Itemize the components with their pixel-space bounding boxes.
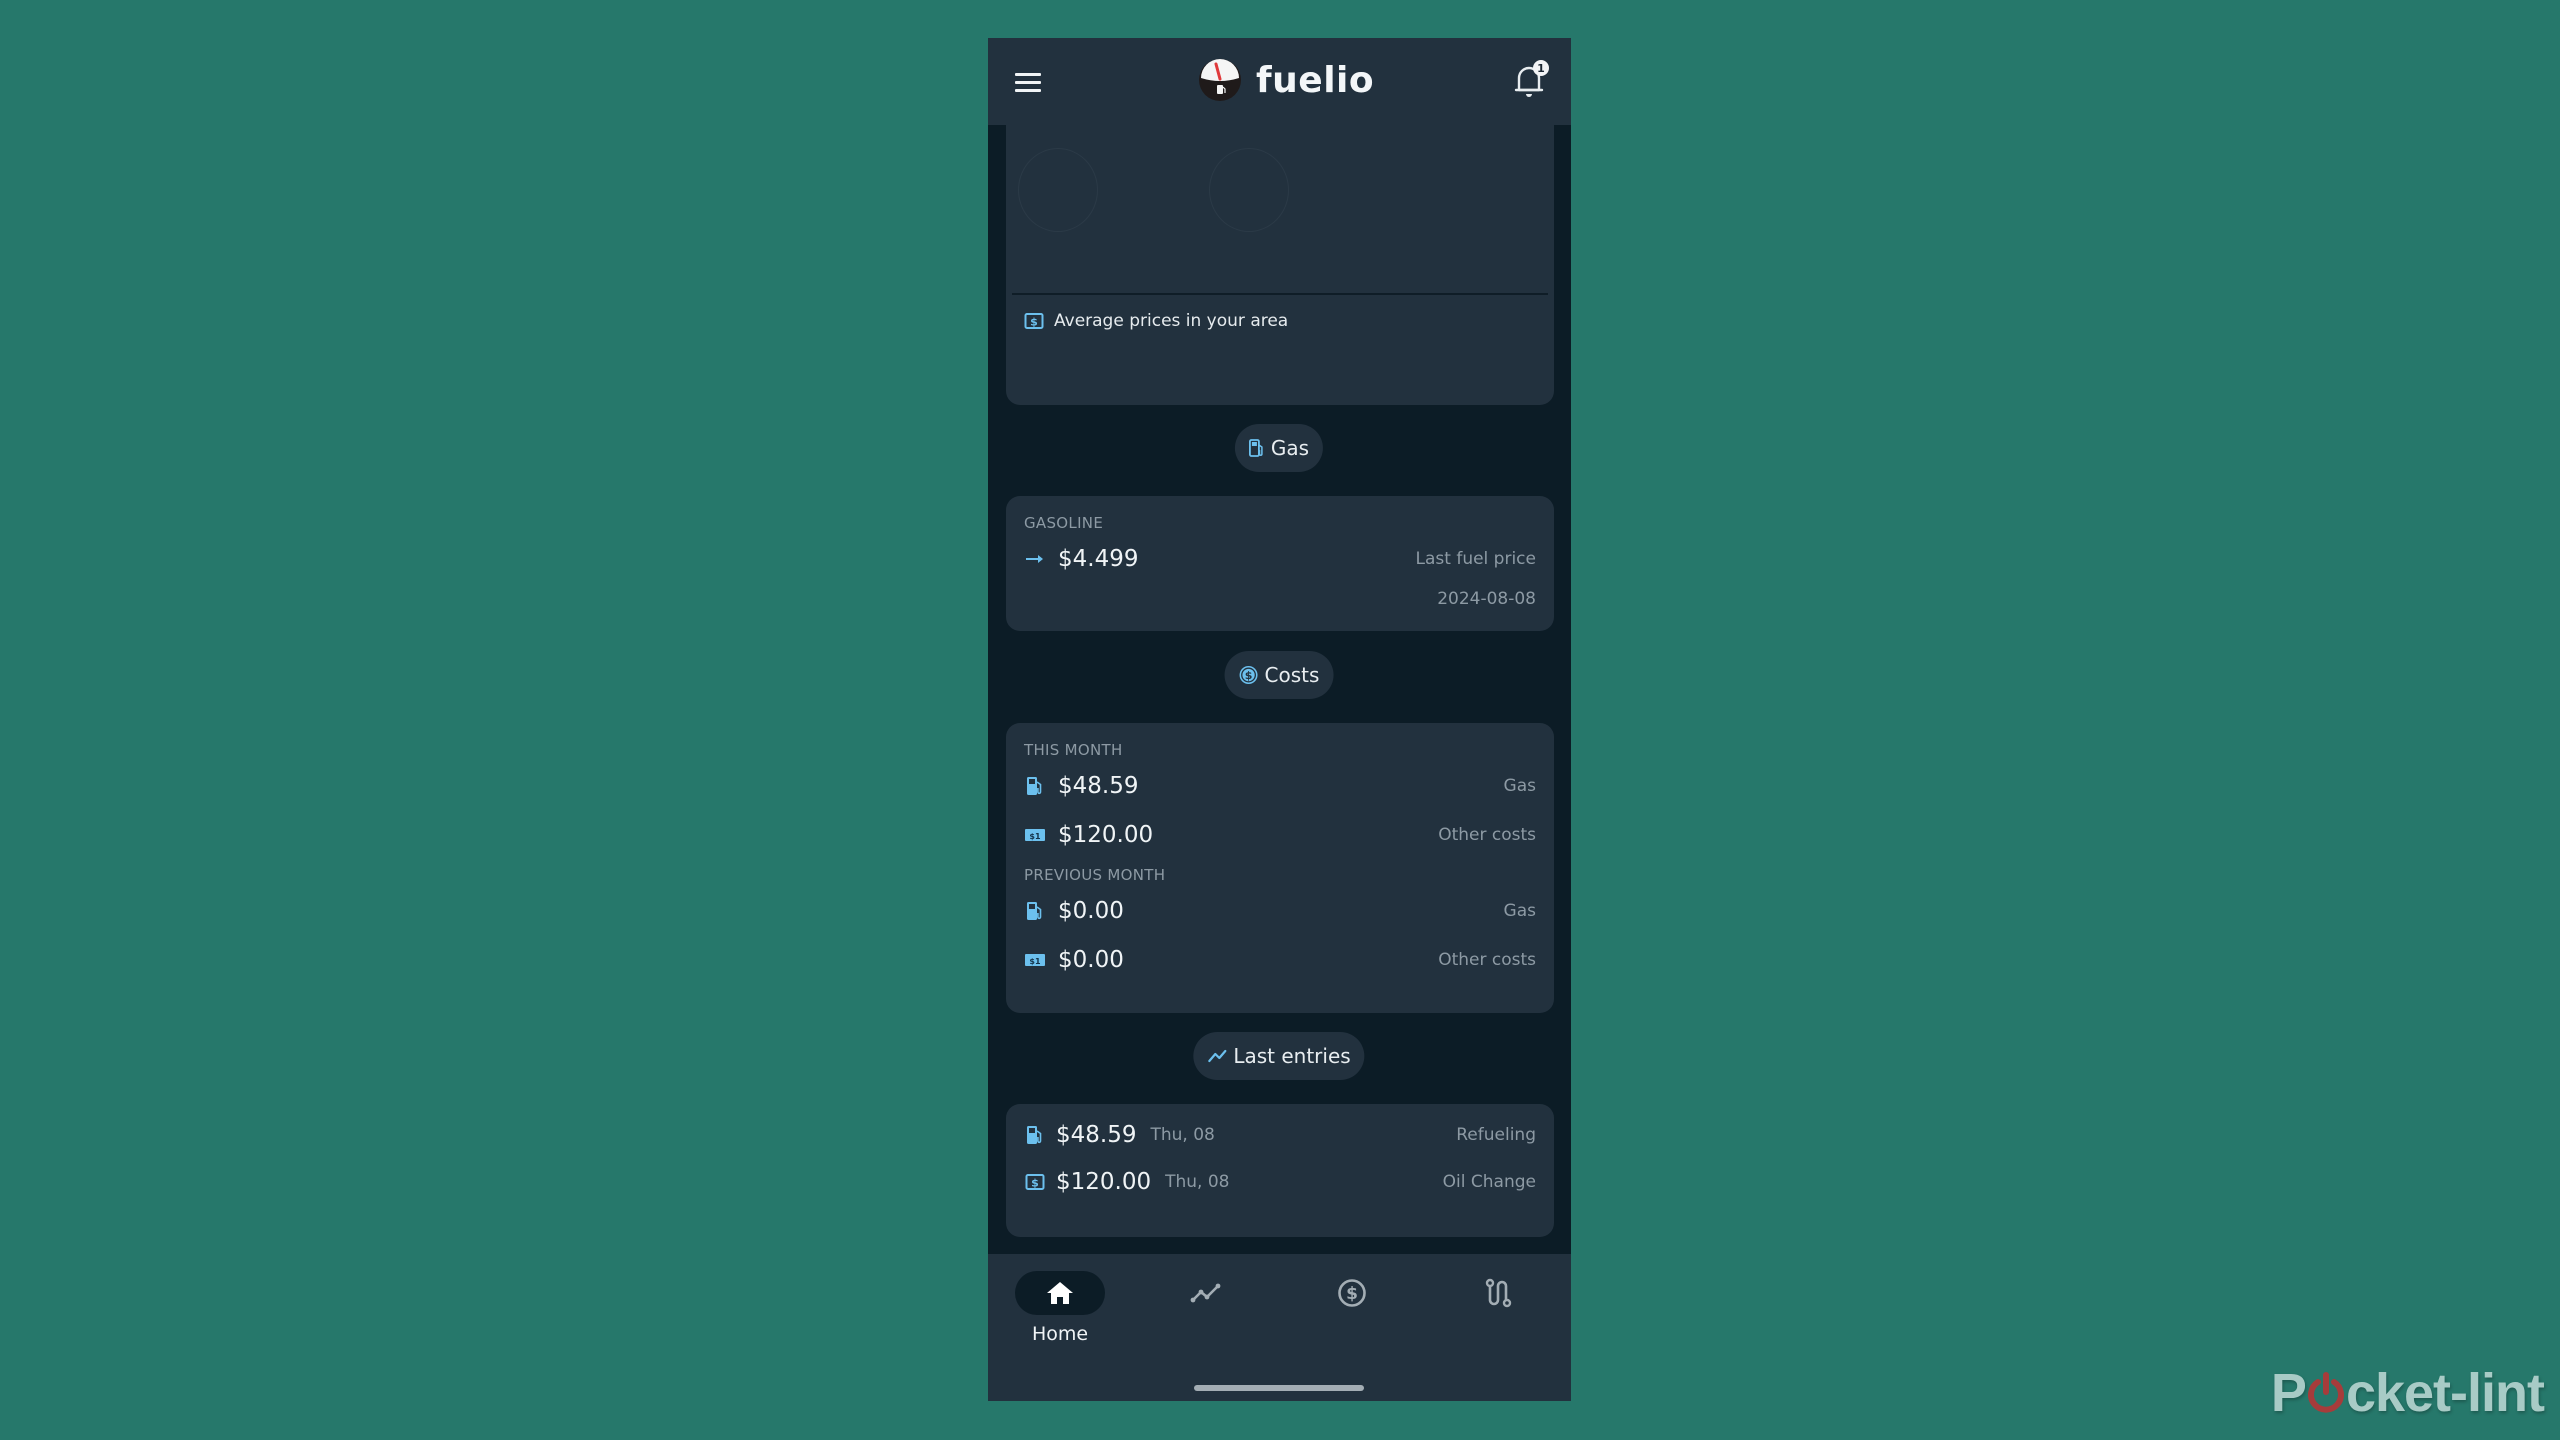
dollar-circle-icon: $ — [1239, 666, 1258, 684]
fuel-pump-icon — [1024, 775, 1046, 797]
costs-chip-label: Costs — [1264, 663, 1320, 687]
svg-text:$: $ — [1030, 316, 1038, 329]
stats-icon — [1190, 1283, 1221, 1303]
watermark-text: P — [2270, 1363, 2307, 1423]
average-prices-label: Average prices in your area — [1054, 311, 1289, 331]
previous-month-other-row: $1 $0.00 Other costs — [1024, 947, 1536, 973]
previous-month-label: PREVIOUS MONTH — [1024, 866, 1166, 884]
pocketlint-watermark: P cket-lint — [2270, 1362, 2545, 1424]
entry-type: Refueling — [1456, 1125, 1536, 1145]
nav-home[interactable]: Home — [1015, 1271, 1105, 1351]
entry-date: Thu, 08 — [1150, 1125, 1215, 1145]
previous-month-gas-amount: $0.00 — [1058, 898, 1124, 924]
fuel-stations-card: $ Average prices in your area — [1006, 108, 1554, 405]
svg-text:$: $ — [1031, 1177, 1039, 1190]
cash-icon: $ — [1024, 1171, 1046, 1193]
last-entries-chip-label: Last entries — [1233, 1044, 1351, 1068]
this-month-gas-row: $48.59 Gas — [1024, 773, 1536, 799]
gasoline-price-card[interactable]: GASOLINE $4.499 Last fuel price 2024-08-… — [1006, 496, 1554, 631]
last-entries-card: $48.59 Thu, 08 Refueling $ $120.00 Thu, … — [1006, 1104, 1554, 1237]
svg-text:$: $ — [1245, 669, 1253, 682]
this-month-other-row: $1 $120.00 Other costs — [1024, 822, 1536, 848]
fuel-price-row: $4.499 Last fuel price — [1024, 546, 1536, 572]
previous-month-gas-row: $0.00 Gas — [1024, 898, 1536, 924]
app-logo: fuelio — [1198, 56, 1374, 104]
menu-icon-bar — [1015, 72, 1041, 76]
home-icon — [1047, 1282, 1073, 1304]
entry-date: Thu, 08 — [1165, 1172, 1230, 1192]
trend-line-icon — [1208, 1049, 1227, 1063]
costs-card[interactable]: THIS MONTH $48.59 Gas $1 $120.00 Other c… — [1006, 723, 1554, 1013]
notification-badge: 1 — [1533, 60, 1549, 76]
watermark-text: cket-lint — [2345, 1363, 2545, 1423]
nav-trips[interactable] — [1453, 1271, 1543, 1351]
menu-icon-bar — [1015, 80, 1041, 84]
entry-type: Oil Change — [1442, 1172, 1536, 1192]
fuel-price: $4.499 — [1058, 546, 1139, 572]
svg-text:$1: $1 — [1029, 957, 1041, 966]
costs-icon: $ — [1338, 1279, 1366, 1307]
notifications-button[interactable]: 1 — [1511, 60, 1551, 102]
fuel-price-date-row: 2024-08-08 — [1024, 589, 1536, 609]
fuel-pump-icon — [1024, 900, 1046, 922]
power-icon — [2307, 1372, 2344, 1413]
svg-text:$: $ — [1346, 1284, 1358, 1304]
svg-text:$1: $1 — [1029, 832, 1041, 841]
bottom-navigation: Home $ — [988, 1254, 1571, 1401]
menu-icon-bar — [1015, 88, 1041, 92]
this-month-other-amount: $120.00 — [1058, 822, 1154, 848]
this-month-other-label: Other costs — [1438, 825, 1536, 845]
this-month-gas-label: Gas — [1503, 776, 1536, 796]
last-fuel-price-label: Last fuel price — [1415, 549, 1536, 569]
entry-amount: $120.00 — [1056, 1169, 1152, 1195]
previous-month-other-label: Other costs — [1438, 950, 1536, 970]
costs-section-chip[interactable]: $ Costs — [1224, 651, 1334, 699]
previous-month-gas-label: Gas — [1503, 901, 1536, 921]
average-prices-link[interactable]: $ Average prices in your area — [1024, 311, 1288, 331]
fuel-pump-icon — [1024, 1124, 1046, 1146]
divider — [1012, 293, 1548, 295]
skeleton-placeholder — [1018, 148, 1098, 232]
last-entries-section-chip[interactable]: Last entries — [1193, 1032, 1365, 1080]
previous-month-other-amount: $0.00 — [1058, 947, 1124, 973]
entry-amount: $48.59 — [1056, 1122, 1137, 1148]
entry-row[interactable]: $ $120.00 Thu, 08 Oil Change — [1024, 1169, 1536, 1195]
this-month-gas-amount: $48.59 — [1058, 773, 1139, 799]
money-bill-icon: $1 — [1024, 949, 1046, 971]
entry-row[interactable]: $48.59 Thu, 08 Refueling — [1024, 1122, 1536, 1148]
app-title: fuelio — [1256, 59, 1375, 101]
trend-flat-arrow-icon — [1024, 548, 1046, 570]
skeleton-placeholder — [1209, 148, 1289, 232]
fuel-pump-icon — [1249, 439, 1263, 457]
nav-home-indicator — [1015, 1271, 1105, 1315]
last-fuel-price-date: 2024-08-08 — [1437, 589, 1536, 609]
route-icon — [1485, 1278, 1512, 1308]
fuel-type-label: GASOLINE — [1024, 514, 1104, 532]
money-bill-icon: $1 — [1024, 824, 1046, 846]
gas-section-chip[interactable]: Gas — [1234, 424, 1324, 472]
phone-screen: fuelio 1 $ Average prices in your area G… — [988, 38, 1571, 1401]
nav-home-label: Home — [1031, 1323, 1089, 1345]
gesture-home-indicator[interactable] — [1194, 1385, 1364, 1391]
nav-costs[interactable]: $ — [1307, 1271, 1397, 1351]
gas-chip-label: Gas — [1270, 436, 1310, 460]
this-month-label: THIS MONTH — [1024, 741, 1123, 759]
fuel-gauge-logo-icon — [1199, 59, 1241, 101]
nav-statistics[interactable] — [1161, 1271, 1251, 1351]
cash-icon: $ — [1024, 313, 1044, 329]
menu-button[interactable] — [1012, 66, 1044, 98]
